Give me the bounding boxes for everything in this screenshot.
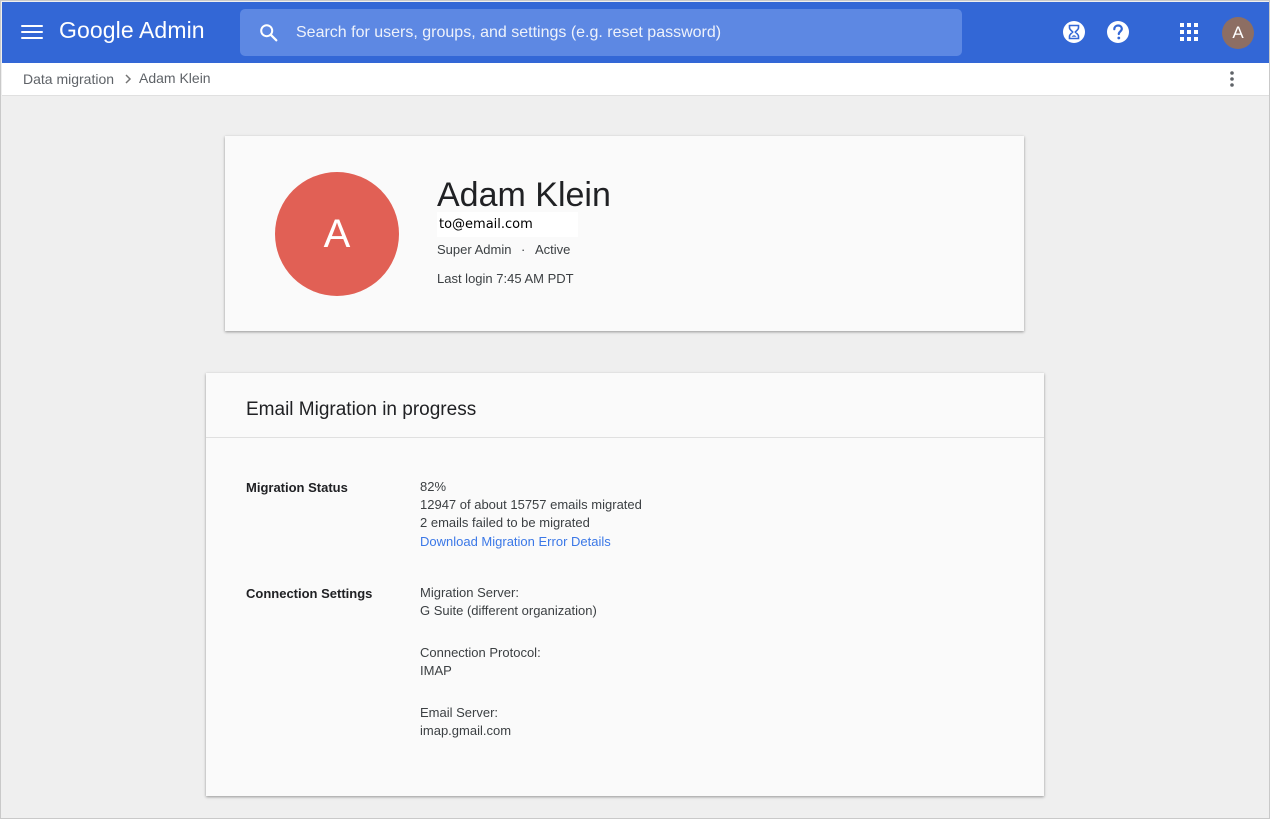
user-profile-card: A Adam Klein to@email.com Super Admin · …	[225, 136, 1024, 331]
migration-percent: 82%	[420, 479, 447, 494]
email-server-label: Email Server:	[420, 705, 499, 720]
user-email: to@email.com	[437, 212, 578, 237]
breadcrumb-data-migration[interactable]: Data migration	[23, 71, 114, 87]
user-status: Active	[535, 242, 571, 257]
failed-count: 2 emails failed to be migrated	[420, 515, 590, 530]
connection-settings-label: Connection Settings	[246, 586, 373, 601]
app-title[interactable]: Google Admin	[59, 17, 205, 44]
email-server-value: imap.gmail.com	[420, 723, 512, 738]
download-error-details-link[interactable]: Download Migration Error Details	[420, 534, 611, 549]
help-icon[interactable]	[1105, 19, 1131, 45]
last-login: Last login 7:45 AM PDT	[437, 271, 574, 286]
separator-dot: ·	[521, 242, 526, 257]
migration-title: Email Migration in progress	[246, 399, 477, 420]
top-app-bar: Google Admin A	[2, 2, 1269, 63]
app-frame: Google Admin A	[0, 0, 1270, 819]
breadcrumb: Data migration Adam Klein	[2, 63, 1269, 96]
breadcrumb-current: Adam Klein	[139, 70, 211, 86]
chevron-right-icon	[125, 74, 132, 84]
user-name: Adam Klein	[437, 176, 611, 214]
connection-protocol-value: IMAP	[420, 663, 452, 678]
migration-server-value: G Suite (different organization)	[420, 603, 597, 618]
migration-server-label: Migration Server:	[420, 585, 519, 600]
connection-protocol-label: Connection Protocol:	[420, 645, 541, 660]
email-migration-card: Email Migration in progress Migration St…	[206, 373, 1044, 796]
menu-icon[interactable]	[18, 20, 46, 44]
migration-status-label: Migration Status	[246, 480, 348, 495]
hourglass-icon[interactable]	[1061, 19, 1087, 45]
migrated-count: 12947 of about 15757 emails migrated	[420, 497, 642, 512]
search-icon	[260, 24, 278, 42]
user-avatar: A	[275, 172, 399, 296]
search-bar[interactable]	[240, 9, 962, 56]
user-role: Super Admin	[437, 242, 512, 257]
divider	[206, 437, 1044, 438]
apps-icon[interactable]	[1178, 21, 1200, 43]
search-input[interactable]	[296, 9, 936, 56]
more-vert-icon[interactable]	[1224, 69, 1240, 89]
account-avatar[interactable]: A	[1222, 17, 1254, 49]
